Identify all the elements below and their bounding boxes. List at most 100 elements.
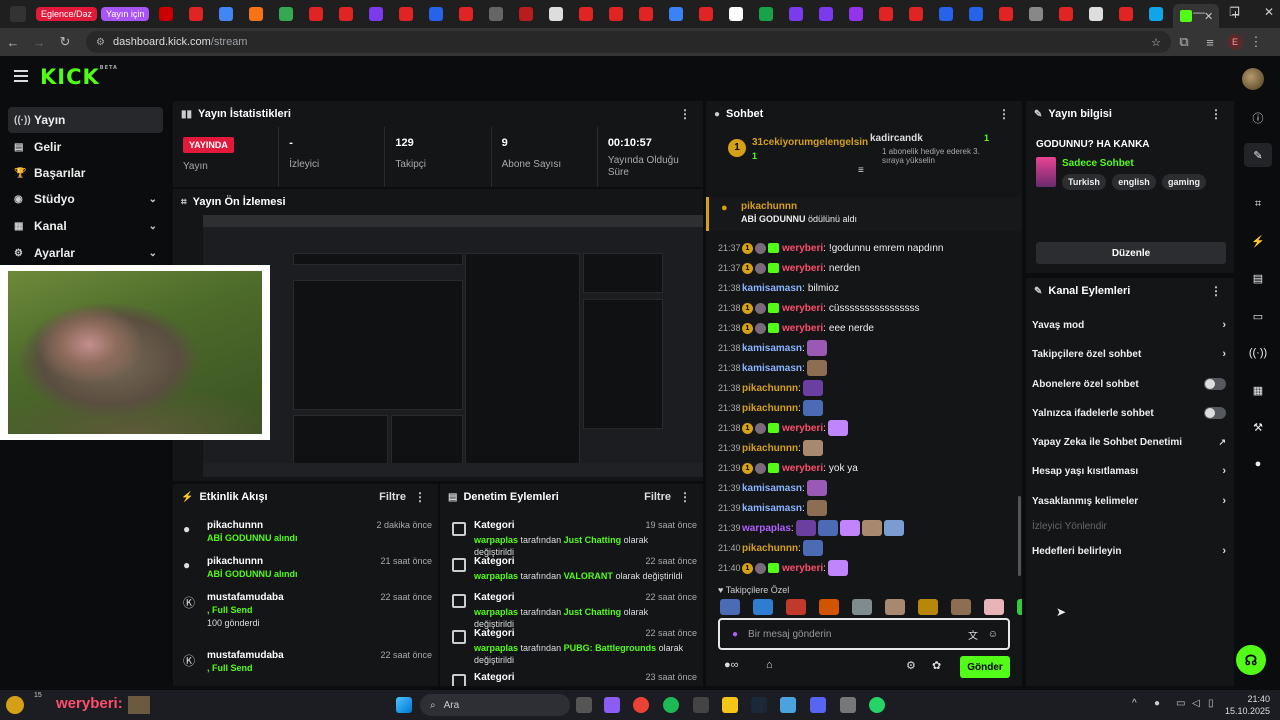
tab-favicon[interactable]	[1089, 7, 1104, 21]
tab-favicon[interactable]	[1149, 7, 1164, 21]
tab-favicon[interactable]	[879, 7, 894, 21]
filter-button[interactable]: Filtre	[379, 491, 406, 503]
points-infinity-icon[interactable]: ●∞	[724, 659, 739, 671]
chat-username[interactable]: weryberi	[782, 423, 823, 434]
collapse-icon[interactable]: ≡	[858, 165, 864, 176]
chat-username[interactable]: warpaplas	[742, 523, 791, 534]
mic-icon[interactable]: ●	[732, 629, 738, 640]
chat-username[interactable]: kamisamasn	[742, 363, 802, 374]
sidebar-item-achievements[interactable]: 🏆 Başarılar	[8, 160, 163, 186]
wrench-icon[interactable]: ⚒	[1244, 415, 1272, 439]
sidebar-item-channel[interactable]: ▦ Kanal ⌄	[8, 213, 163, 239]
emote[interactable]	[753, 599, 773, 615]
forward-icon[interactable]: →	[26, 35, 52, 50]
tag[interactable]: english	[1112, 174, 1156, 190]
edit-button[interactable]: Düzenle	[1036, 242, 1226, 264]
tab-favicon[interactable]	[699, 7, 714, 21]
more-options-icon[interactable]: ⋮	[998, 107, 1010, 121]
chat-username[interactable]: kamisamasn	[742, 503, 802, 514]
volume-icon[interactable]: ◁	[1192, 698, 1200, 709]
store-icon[interactable]: ⌂	[766, 659, 773, 671]
tab-favicon[interactable]	[579, 7, 594, 21]
stream-preview-video[interactable]	[203, 215, 703, 477]
chat-icon[interactable]: ▭	[1244, 304, 1272, 328]
microphone-icon[interactable]: ●	[1154, 698, 1160, 709]
profile-avatar[interactable]: E	[1227, 34, 1243, 50]
more-options-icon[interactable]: ⋮	[1210, 284, 1222, 298]
task-view-icon[interactable]	[576, 697, 592, 713]
action-goals[interactable]: Hedefleri belirleyin ›	[1032, 541, 1230, 561]
user-avatar[interactable]	[1242, 68, 1264, 90]
action-account-age[interactable]: Hesap yaşı kısıtlaması ›	[1032, 461, 1230, 481]
document-icon[interactable]: ▤	[1244, 266, 1272, 290]
chat-username[interactable]: weryberi	[782, 243, 823, 254]
activity-user[interactable]: mustafamudaba	[207, 650, 284, 661]
chat-username[interactable]: weryberi	[782, 323, 823, 334]
tab-favicon[interactable]	[429, 7, 444, 21]
tray-overflow-icon[interactable]: ^	[1132, 698, 1137, 709]
emote[interactable]	[885, 599, 905, 615]
chat-username[interactable]: weryberi	[782, 563, 823, 574]
activity-user[interactable]: pikachunnn	[207, 556, 263, 567]
tab-favicon[interactable]	[339, 7, 354, 21]
reading-list-icon[interactable]: ≡	[1197, 35, 1223, 50]
tab-favicon[interactable]	[999, 7, 1014, 21]
tab-favicon[interactable]	[909, 7, 924, 21]
emote[interactable]	[786, 599, 806, 615]
points-icon[interactable]: ●	[1244, 452, 1272, 476]
chat-username[interactable]: pikachunnn	[742, 403, 798, 414]
emotes-only-toggle[interactable]	[1204, 407, 1226, 419]
browser-menu-icon[interactable]: ⋮	[1243, 34, 1269, 50]
emote[interactable]	[918, 599, 938, 615]
second-gifter-user[interactable]: kadircandk	[870, 133, 923, 144]
taskbar-search[interactable]: ⌕ Ara	[420, 694, 570, 716]
discord-icon[interactable]	[810, 697, 826, 713]
tab-search-icon[interactable]	[10, 6, 26, 22]
tab-favicon[interactable]	[939, 7, 954, 21]
copilot-icon[interactable]	[604, 697, 620, 713]
action-emotes-only[interactable]: Yalnızca ifadelerle sohbet	[1032, 403, 1230, 423]
tab-favicon[interactable]	[219, 7, 234, 21]
action-ai-moderation[interactable]: Yapay Zeka ile Sohbet Denetimi ↗	[1032, 432, 1230, 452]
clip-icon[interactable]: ⌗	[1244, 192, 1272, 216]
reload-icon[interactable]: ↻	[52, 34, 78, 50]
emote[interactable]	[720, 599, 740, 615]
action-banned-words[interactable]: Yasaklanmış kelimeler ›	[1032, 491, 1230, 511]
top-gifter-user[interactable]: 31cekiyorumgelengelsin	[752, 137, 868, 148]
system-clock[interactable]: 21:40 15.10.2025	[1225, 693, 1270, 717]
app-icon[interactable]	[780, 697, 796, 713]
activity-user[interactable]: mustafamudaba	[207, 592, 284, 603]
chat-username[interactable]: pikachunnn	[742, 543, 798, 554]
chat-scrollbar[interactable]	[1018, 496, 1021, 576]
chat-username[interactable]: kamisamasn	[742, 343, 802, 354]
tab-favicon[interactable]	[1059, 7, 1074, 21]
tab-favicon[interactable]	[549, 7, 564, 21]
tab-favicon[interactable]	[459, 7, 474, 21]
more-options-icon[interactable]: ⋮	[414, 490, 426, 504]
spotify-icon[interactable]	[663, 697, 679, 713]
reward-user[interactable]: pikachunnn	[741, 201, 1022, 212]
activity-user[interactable]: pikachunnn	[207, 520, 263, 531]
widget-icon[interactable]	[6, 696, 24, 714]
extensions-icon[interactable]: ⧉	[1171, 34, 1197, 50]
tag[interactable]: gaming	[1162, 174, 1207, 190]
tab-favicon[interactable]	[369, 7, 384, 21]
edit-icon[interactable]: ✎	[1244, 143, 1272, 167]
tab-favicon[interactable]	[489, 7, 504, 21]
maximize-icon[interactable]: ❐	[1229, 5, 1240, 19]
emoji-icon[interactable]: ☺	[988, 629, 998, 640]
emote[interactable]	[852, 599, 872, 615]
tab-favicon[interactable]	[849, 7, 864, 21]
emote[interactable]	[951, 599, 971, 615]
tab-favicon[interactable]	[279, 7, 294, 21]
tab-favicon[interactable]	[1029, 7, 1044, 21]
steam-icon[interactable]	[751, 697, 767, 713]
tag[interactable]: Turkish	[1062, 174, 1106, 190]
tab-group-eglence[interactable]: Eglence/Dəz	[36, 7, 98, 21]
tab-favicon[interactable]	[189, 7, 204, 21]
emote[interactable]	[819, 599, 839, 615]
windows-start-icon[interactable]	[396, 697, 412, 713]
emote[interactable]	[1017, 599, 1022, 615]
tab-favicon[interactable]	[969, 7, 984, 21]
tab-favicon[interactable]	[729, 7, 744, 21]
